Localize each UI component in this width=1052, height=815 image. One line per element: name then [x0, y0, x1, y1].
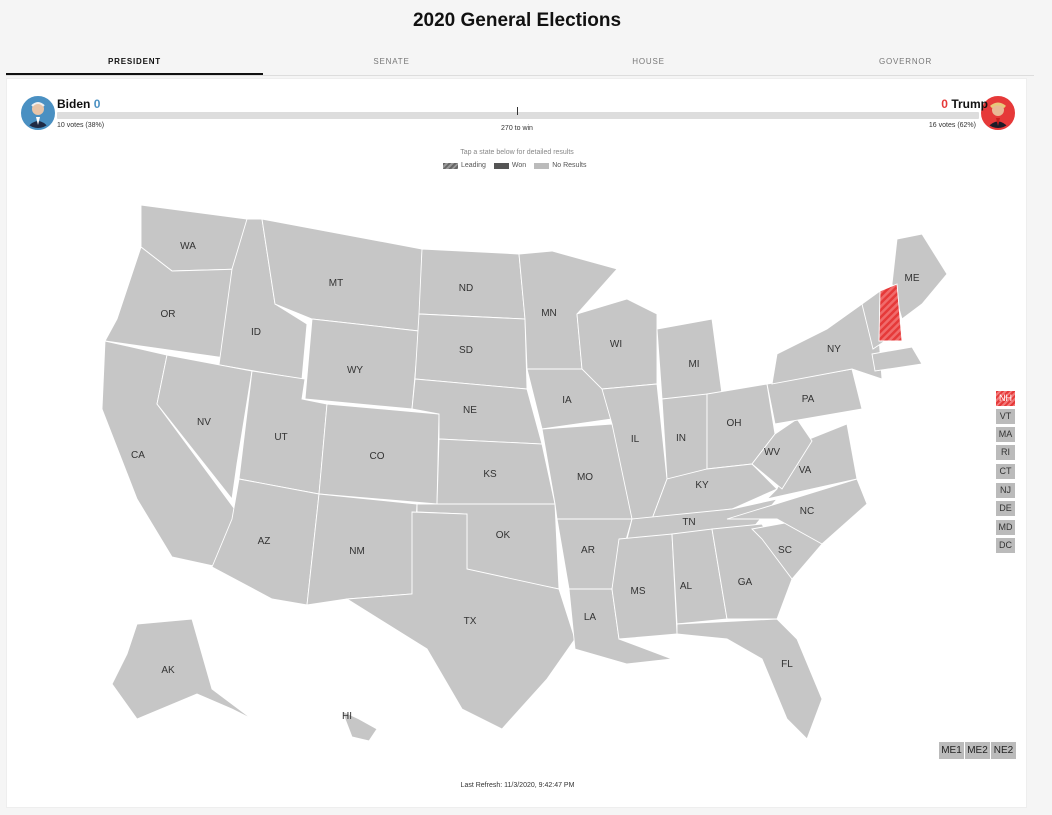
district-ne2[interactable]: NE2 [991, 742, 1016, 759]
state-wy[interactable] [304, 318, 420, 410]
state-me[interactable] [891, 233, 948, 320]
district-me2[interactable]: ME2 [965, 742, 990, 759]
small-state-nh[interactable]: NH [996, 391, 1015, 406]
small-state-md[interactable]: MD [996, 520, 1015, 535]
small-state-ct[interactable]: CT [996, 464, 1015, 479]
state-fl[interactable] [676, 618, 823, 740]
state-wi[interactable] [576, 298, 658, 390]
state-mi[interactable] [656, 318, 723, 400]
small-state-ri[interactable]: RI [996, 445, 1015, 460]
tab-governor[interactable]: GOVERNOR [777, 50, 1034, 75]
tab-house[interactable]: HOUSE [520, 50, 777, 75]
tab-senate[interactable]: SENATE [263, 50, 520, 75]
state-nm[interactable] [306, 493, 418, 606]
state-hi[interactable] [341, 710, 378, 742]
small-state-vt[interactable]: VT [996, 409, 1015, 424]
state-in[interactable] [661, 393, 708, 480]
district-me1[interactable]: ME1 [939, 742, 964, 759]
tab-president[interactable]: PRESIDENT [6, 50, 263, 75]
state-sd[interactable] [414, 313, 528, 390]
state-co[interactable] [318, 403, 440, 505]
small-state-de[interactable]: DE [996, 501, 1015, 516]
small-state-ma[interactable]: MA [996, 427, 1015, 442]
state-ms[interactable] [611, 533, 678, 640]
last-refresh: Last Refresh: 11/3/2020, 9:42:47 PM [460, 782, 575, 789]
small-state-dc[interactable]: DC [996, 538, 1015, 553]
state-ak[interactable] [111, 618, 253, 720]
state-nd[interactable] [418, 248, 526, 320]
results-panel: Biden 0 0 Trump 10 votes (38%) 16 votes … [6, 78, 1027, 808]
us-election-map: WA OR CA ID NV MT WY UT AZ CO NM ND SD N… [101, 204, 948, 742]
state-ks[interactable] [436, 438, 556, 505]
state-az[interactable] [211, 478, 320, 606]
small-state-nj[interactable]: NJ [996, 483, 1015, 498]
election-tabs: PRESIDENT SENATE HOUSE GOVERNOR [6, 50, 1034, 76]
page-title: 2020 General Elections [412, 10, 622, 31]
